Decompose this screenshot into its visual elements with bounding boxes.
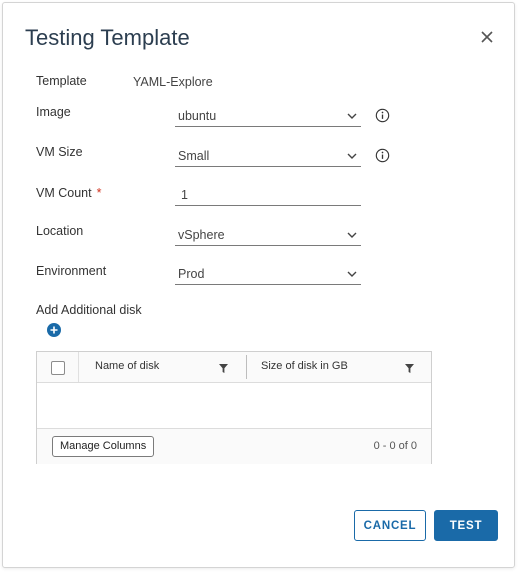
chevron-down-icon	[347, 153, 357, 159]
template-label: Template	[36, 74, 87, 88]
column-divider	[78, 352, 79, 382]
test-button[interactable]: TEST	[434, 510, 498, 541]
image-select-value: ubuntu	[178, 109, 217, 123]
vm-size-select-value: Small	[178, 149, 210, 163]
close-icon[interactable]	[479, 29, 495, 45]
location-label: Location	[36, 224, 84, 238]
chevron-down-icon	[347, 232, 357, 238]
location-select-value: vSphere	[178, 228, 225, 242]
chevron-down-icon	[347, 113, 357, 119]
column-header-name[interactable]: Name of disk	[95, 360, 159, 372]
manage-columns-button[interactable]: Manage Columns	[52, 436, 155, 457]
vm-size-select[interactable]: Small	[175, 145, 361, 167]
environment-select[interactable]: Prod	[175, 263, 361, 285]
testing-template-dialog: Testing Template Template YAML-Explore I…	[2, 2, 515, 568]
add-disk-label: Add Additional disk	[36, 303, 142, 317]
image-select[interactable]: ubuntu	[175, 105, 361, 127]
vm-count-input[interactable]: 1	[175, 184, 361, 206]
vm-count-label-text: VM Count	[36, 186, 92, 200]
filter-icon[interactable]	[219, 364, 228, 373]
pagination-text: 0 - 0 of 0	[373, 440, 417, 452]
environment-select-value: Prod	[178, 267, 205, 281]
info-icon[interactable]	[375, 148, 390, 163]
chevron-down-icon	[347, 271, 357, 277]
column-divider[interactable]	[246, 355, 247, 379]
plus-circle-icon[interactable]	[47, 323, 61, 337]
datagrid-header: Name of disk Size of disk in GB	[37, 352, 431, 383]
dialog-title: Testing Template	[25, 25, 190, 50]
location-select[interactable]: vSphere	[175, 224, 361, 246]
vm-count-label: VM Count *	[36, 186, 101, 200]
required-marker: *	[96, 186, 102, 200]
disk-datagrid: Name of disk Size of disk in GB Manage C…	[36, 351, 432, 464]
datagrid-footer: Manage Columns 0 - 0 of 0	[37, 428, 431, 464]
vm-count-input-value: 1	[181, 188, 188, 202]
filter-icon[interactable]	[405, 364, 414, 373]
info-icon[interactable]	[375, 108, 390, 123]
environment-label: Environment	[36, 264, 107, 278]
template-value: YAML-Explore	[133, 75, 213, 89]
vm-size-label: VM Size	[36, 145, 83, 159]
column-header-size[interactable]: Size of disk in GB	[261, 360, 348, 372]
cancel-button[interactable]: CANCEL	[354, 510, 426, 541]
select-all-checkbox[interactable]	[51, 361, 65, 375]
image-label: Image	[36, 105, 71, 119]
